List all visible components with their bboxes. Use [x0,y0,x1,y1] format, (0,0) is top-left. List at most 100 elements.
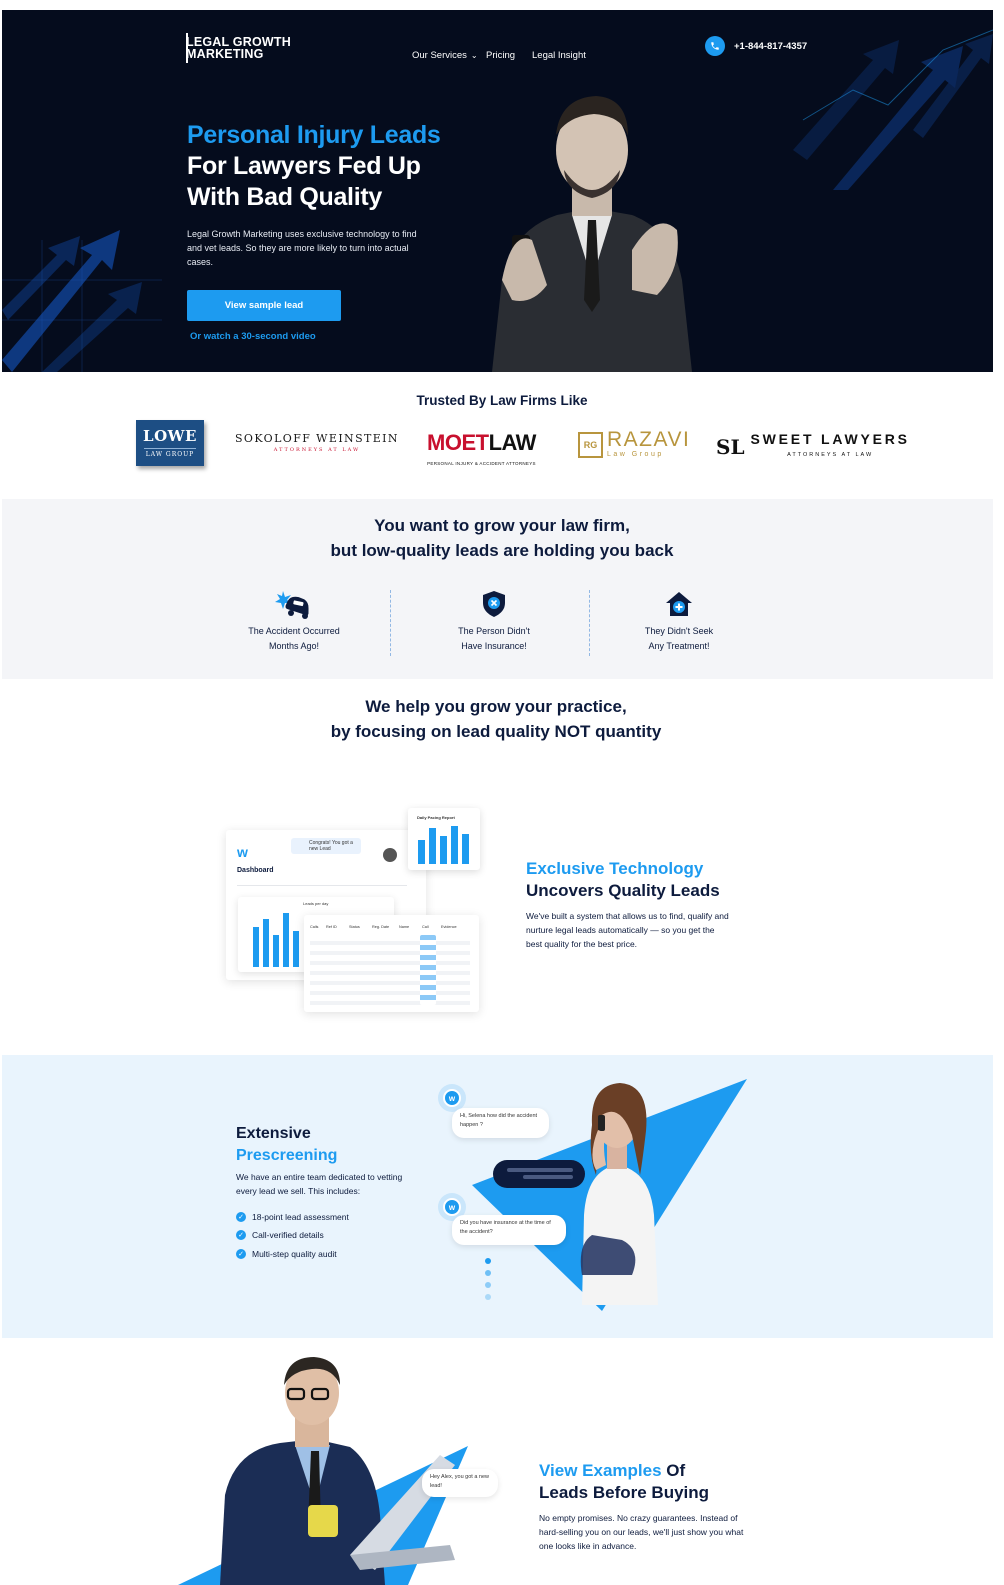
checklist-item: ✓ Call-verified details [236,1230,324,1240]
filter-row [237,880,407,886]
pain-point-insurance: The Person Didn't Have Insurance! [424,588,564,654]
prescreening-title-dark: Extensive [236,1125,311,1142]
sweet-logo-sub: ATTORNEYS AT LAW [787,452,874,458]
chart-bar [440,836,447,864]
table-header: Status [349,925,360,929]
nav-pricing[interactable]: Pricing [486,50,515,61]
technology-title: Exclusive Technology Uncovers Quality Le… [526,858,720,902]
technology-description: We've built a system that allows us to f… [526,911,729,949]
chart-bar [263,919,269,967]
brand-logo[interactable]: LEGAL GROWTH MARKETING [186,33,291,63]
lowe-law-group-logo: LOWE LAW GROUP [136,420,204,466]
nav-our-services-label: Our Services [412,50,467,61]
table-header: Ref ID [326,925,337,929]
examples-title-accent: View Examples [539,1461,662,1480]
chart-bar [418,840,425,864]
table-status-pills [420,935,436,1005]
phone-link[interactable]: +1-844-817-4357 [705,36,807,56]
table-header: Name [399,925,410,929]
moet-logo-black: LAW [488,430,537,455]
chat-bubble-typing [493,1160,585,1188]
chart-bar [253,927,259,967]
growth-arrows-decoration [2,230,162,372]
chevron-down-icon: ⌄ [470,51,478,60]
moet-logo-sub: PERSONAL INJURY & ACCIDENT ATTORNEYS [427,461,536,466]
phone-icon [705,36,725,56]
razavi-law-group-logo: RG RAZAVI Law Group [578,428,691,459]
nav-our-services[interactable]: Our Services ⌄ [412,50,478,61]
technology-title-dark: Uncovers Quality Leads [526,881,720,900]
carousel-dot[interactable] [485,1294,491,1300]
hero-section: LEGAL GROWTH MARKETING Our Services ⌄ Pri… [2,10,993,372]
chat-bubble-new-lead: Hey Alex, you got a new lead! [422,1469,498,1497]
table-rows [310,935,470,1005]
moet-law-logo: MOETLAW PERSONAL INJURY & ACCIDENT ATTOR… [427,430,537,474]
technology-title-accent: Exclusive Technology [526,859,704,878]
pain-point-label: Have Insurance! [461,641,527,651]
check-circle-icon: ✓ [236,1249,246,1259]
prescreening-description: We have an entire team dedicated to vett… [236,1172,403,1196]
avatar [383,848,397,862]
nav-legal-insight[interactable]: Legal Insight [532,50,586,61]
hero-title-line3: With Bad Quality [187,183,382,211]
new-lead-notification: Congrats! You got a new Lead [291,838,361,854]
problem-title: You want to grow your law firm, but low-… [0,513,1004,563]
checklist-item-label: Call-verified details [252,1230,324,1240]
phone-number: +1-844-817-4357 [734,40,808,52]
pain-point-treatment: They Didn't Seek Any Treatment! [609,588,749,654]
chart-bar [293,931,299,967]
leads-table-card: Calls Ref ID Status Reg. Date Name Call … [304,915,479,1012]
pain-point-label: Any Treatment! [648,641,710,651]
view-sample-lead-button[interactable]: View sample lead [187,290,341,321]
report-title: Daily Pacing Report [417,815,455,820]
car-crash-icon [224,588,364,620]
carousel-dot[interactable] [485,1258,491,1264]
daily-pacing-report-card: Daily Pacing Report [408,808,480,870]
hero-man-with-phone-image [492,96,692,372]
divider [589,590,590,656]
carousel-dot[interactable] [485,1282,491,1288]
chat-bubble-question: Did you have insurance at the time of th… [452,1215,566,1245]
problem-title-line1: You want to grow your law firm, [374,516,630,535]
sweet-logo-text: SWEET LAWYERS [750,431,910,447]
chart-bar [283,913,289,967]
examples-title: View Examples Of Leads Before Buying [539,1460,709,1504]
pain-point-label: They Didn't Seek [644,626,714,636]
medical-house-icon [609,588,749,620]
pain-point-accident: The Accident Occurred Months Ago! [224,588,364,654]
logo-line2: MARKETING [186,47,264,61]
sweet-monogram-icon: SL [716,435,745,459]
razavi-logo-text: RAZAVI [607,428,691,451]
sokoloff-weinstein-logo: SOKOLOFF WEINSTEIN ATTORNEYS AT LAW [235,432,399,453]
lowe-logo-sub: LAW GROUP [144,448,196,458]
chart-bar [462,834,469,864]
check-circle-icon: ✓ [236,1212,246,1222]
chart-bar [273,935,279,967]
help-title-line1: We help you grow your practice, [365,697,627,716]
table-header: Reg. Date [372,925,390,929]
pain-point-label: The Accident Occurred [248,626,340,636]
hero-title: Personal Injury Leads For Lawyers Fed Up… [187,120,441,213]
checklist-item-label: 18-point lead assessment [252,1212,349,1222]
check-circle-icon: ✓ [236,1230,246,1240]
carousel-dot[interactable] [485,1270,491,1276]
pain-point-label: The Person Didn't [458,626,530,636]
shield-x-icon [424,588,564,620]
table-header: Call [422,925,429,929]
client-logos: LOWE LAW GROUP SOKOLOFF WEINSTEIN ATTORN… [0,418,1004,478]
checklist-item-label: Multi-step quality audit [252,1249,337,1259]
sweet-lawyers-logo: SL SWEET LAWYERS ATTORNEYS AT LAW [716,431,910,463]
moet-logo-red: MOET [427,430,489,455]
hero-description: Legal Growth Marketing uses exclusive te… [187,229,417,267]
brand-mark-icon: w [237,844,248,860]
razavi-monogram-icon: RG [578,431,603,458]
chat-bubble-question: Hi, Selena how did the accident happen ? [452,1108,549,1138]
problem-title-line2: but low-quality leads are holding you ba… [330,541,674,560]
watch-video-link[interactable]: Or watch a 30-second video [190,331,316,342]
hero-title-accent: Personal Injury Leads [187,121,441,149]
pain-point-label: Months Ago! [268,641,320,651]
help-title: We help you grow your practice, by focus… [0,694,992,744]
table-header: Evidence [441,925,457,929]
man-with-laptop-image [220,1357,455,1585]
hero-title-line2: For Lawyers Fed Up [187,152,421,180]
